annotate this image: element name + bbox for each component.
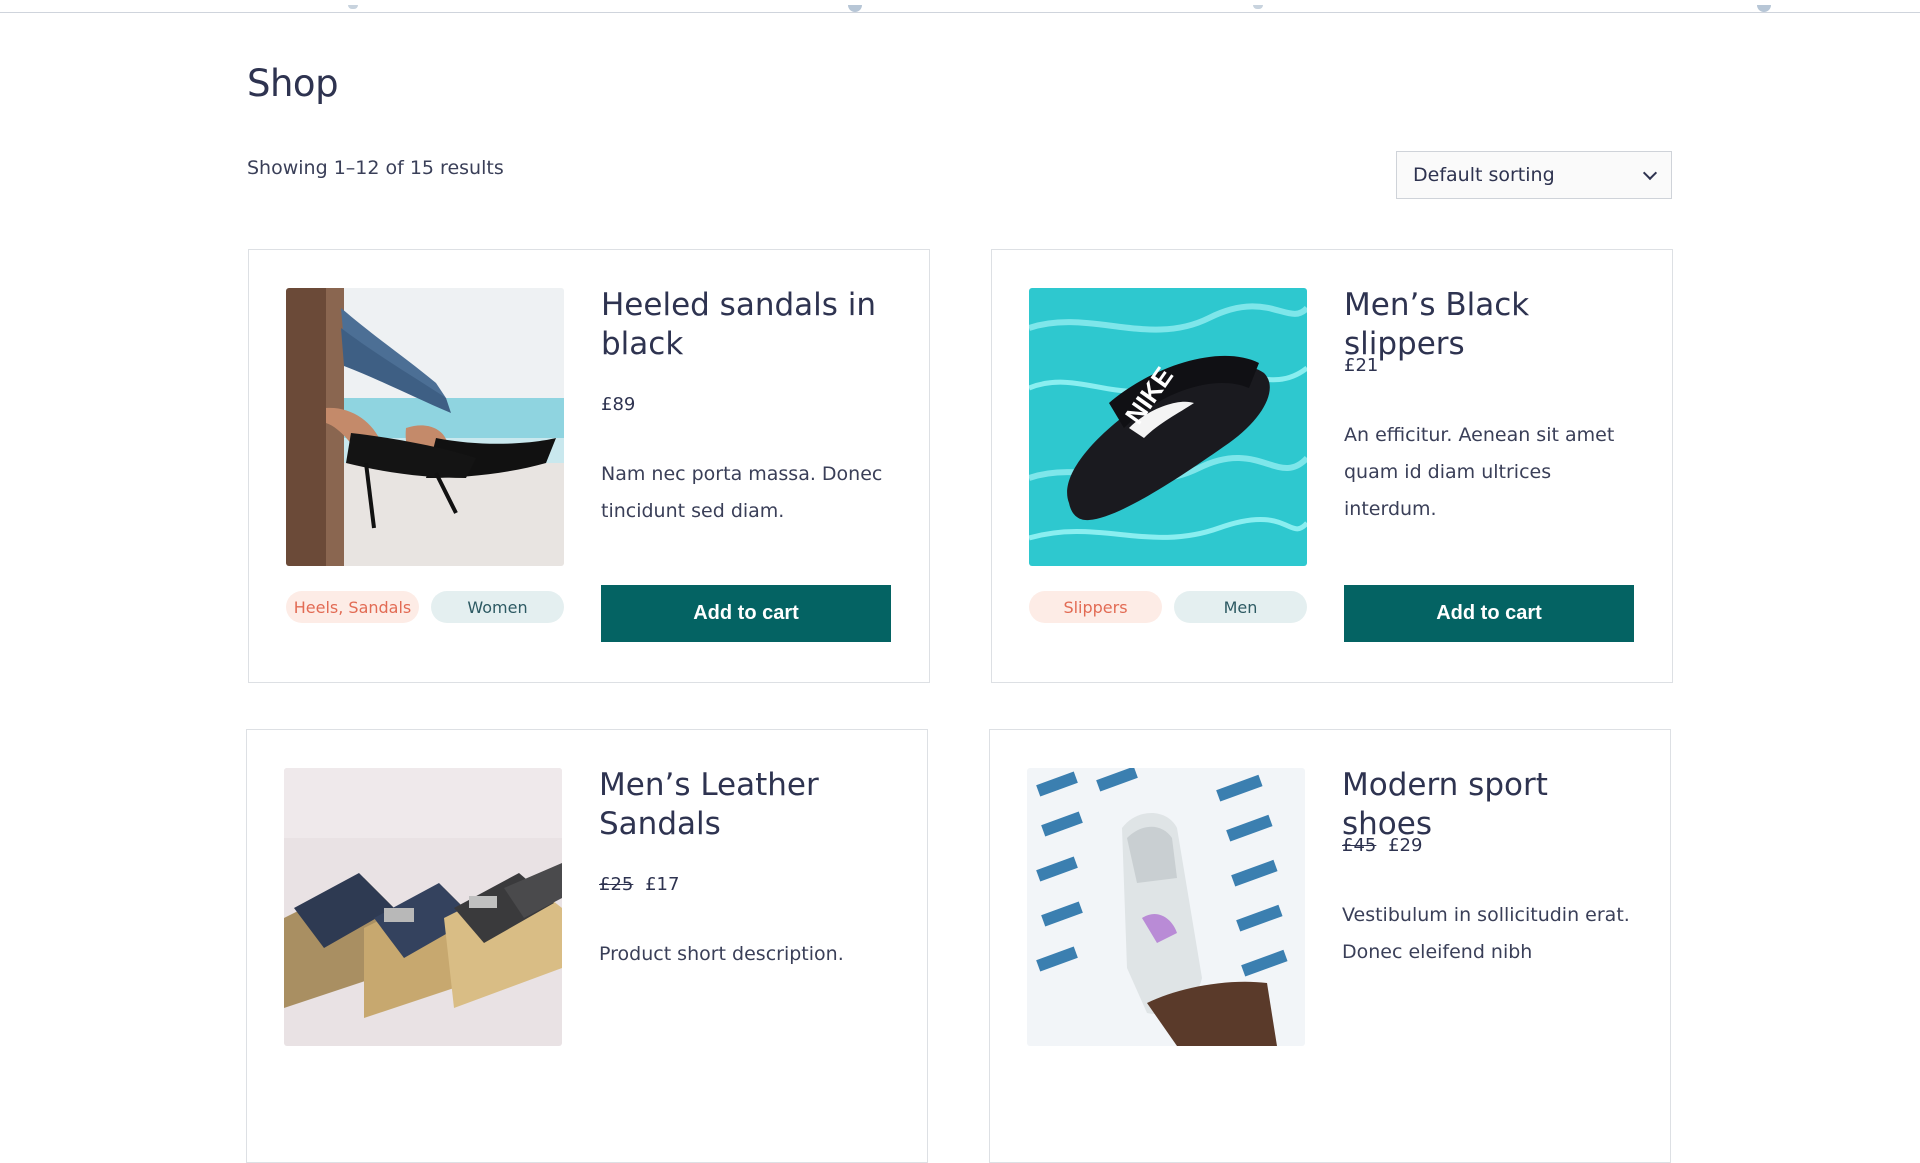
gender-tag[interactable]: Women (431, 591, 564, 623)
product-price: £89 (601, 394, 635, 415)
gender-tag[interactable]: Men (1174, 591, 1307, 623)
product-image[interactable] (284, 768, 562, 1046)
header-decoration-dot (1757, 5, 1771, 12)
old-price: £25 (599, 874, 634, 895)
product-image[interactable] (286, 288, 564, 566)
header-divider (0, 12, 1920, 13)
add-to-cart-button[interactable]: Add to cart (601, 585, 891, 642)
current-price: £29 (1388, 835, 1423, 856)
product-title[interactable]: Heeled sandals in black (601, 286, 901, 364)
product-image[interactable] (1027, 768, 1305, 1046)
current-price: £21 (1344, 355, 1379, 376)
sort-select[interactable]: Default sorting (1396, 151, 1672, 199)
sort-selected-value: Default sorting (1413, 164, 1555, 186)
product-short-description: Product short description. (599, 943, 844, 965)
page-title: Shop (247, 62, 339, 105)
product-title[interactable]: Modern sport shoes (1342, 766, 1642, 844)
result-count: Showing 1–12 of 15 results (247, 157, 504, 179)
product-card: Heeled sandals in black £89 Nam nec port… (248, 249, 930, 683)
product-image[interactable]: NIKE (1029, 288, 1307, 566)
product-title[interactable]: Men’s Leather Sandals (599, 766, 899, 844)
product-card: Men’s Leather Sandals £25 £17 Product sh… (246, 729, 928, 1163)
header-decoration-dot (1253, 5, 1263, 9)
product-card: NIKE Men’s Black slippers £21 An efficit… (991, 249, 1673, 683)
product-short-description: Nam nec porta massa. Donec tincidunt sed… (601, 463, 883, 522)
header-decoration-dot (348, 5, 358, 9)
product-short-description: Vestibulum in sollicitudin erat. Donec e… (1342, 904, 1630, 963)
product-card: Modern sport shoes £45 £29 Vestibulum in… (989, 729, 1671, 1163)
add-to-cart-button[interactable]: Add to cart (1344, 585, 1634, 642)
chevron-down-icon (1642, 165, 1658, 181)
product-title[interactable]: Men’s Black slippers (1344, 286, 1644, 364)
product-price: £45 £29 (1342, 835, 1422, 856)
product-price: £21 (1344, 355, 1378, 376)
product-price: £25 £17 (599, 874, 679, 895)
old-price: £45 (1342, 835, 1377, 856)
current-price: £17 (645, 874, 680, 895)
header-decoration-dot (848, 5, 862, 12)
category-tag[interactable]: Slippers (1029, 591, 1162, 623)
category-tag[interactable]: Heels, Sandals (286, 591, 419, 623)
current-price: £89 (601, 394, 636, 415)
product-short-description: An efficitur. Aenean sit amet quam id di… (1344, 424, 1615, 520)
